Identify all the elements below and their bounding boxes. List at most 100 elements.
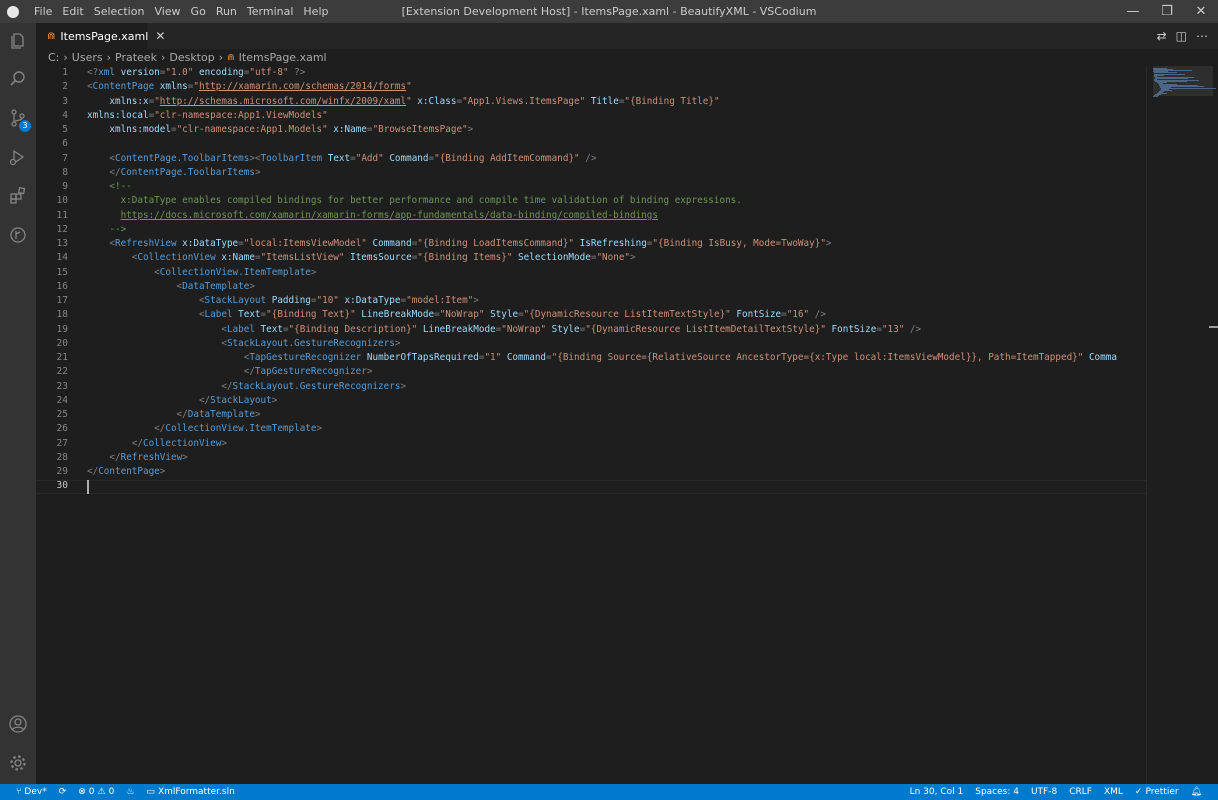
minimap[interactable] [1146,66,1218,784]
code-token: ContentPage [92,81,160,93]
formatter-indicator[interactable]: ✓ Prettier [1129,787,1185,797]
code-line[interactable]: <CollectionView.ItemTemplate> [87,266,1146,280]
line-number: 12 [56,223,68,235]
code-token: "10" [316,295,339,306]
explorer-button[interactable] [0,23,36,59]
code-line[interactable]: https://docs.microsoft.com/xamarin/xamar… [87,209,1146,223]
code-token: < [87,238,115,249]
branch-indicator[interactable]: ⑂ Dev* [10,787,53,797]
code-token: Text [238,309,261,321]
menu-file[interactable]: File [29,0,57,23]
menu-terminal[interactable]: Terminal [242,0,299,23]
code-line[interactable]: </RefreshView> [87,451,1146,465]
extensions-button[interactable] [0,178,36,214]
flame-button[interactable]: ♨ [120,787,140,797]
menu-view[interactable]: View [149,0,185,23]
code-line[interactable]: <ContentPage.ToolbarItems><ToolbarItem T… [87,152,1146,166]
line-number: 29 [56,466,68,477]
menu-go[interactable]: Go [186,0,211,23]
code-token: x:Name [221,252,255,264]
code-line[interactable] [87,137,1146,151]
code-line[interactable]: xmlns:x="http://schemas.microsoft.com/wi… [87,95,1146,109]
code-token: < [87,152,115,164]
language-mode[interactable]: XML [1098,787,1129,797]
code-line[interactable]: <StackLayout.GestureRecognizers> [87,337,1146,351]
code-content[interactable]: <?xml version="1.0" encoding="utf-8" ?> <… [87,66,1146,494]
text-cursor [87,479,89,494]
menu-edit[interactable]: Edit [57,0,88,23]
code-line[interactable]: </ContentPage> [87,465,1146,479]
code-token: > [473,295,479,306]
code-line[interactable]: <Label Text="{Binding Text}" LineBreakMo… [87,308,1146,322]
code-line[interactable]: </TapGestureRecognizer> [87,365,1146,379]
code-token: </ [87,394,211,406]
breadcrumb-file[interactable]: ItemsPage.xaml [239,51,327,64]
accounts-button[interactable] [0,706,36,742]
code-token: x:Class [411,95,457,107]
source-control-button[interactable]: 3 [0,100,36,136]
code-line[interactable]: </DataTemplate> [87,408,1146,422]
notifications-button[interactable]: 🔔︎ [1185,787,1208,797]
code-line[interactable]: --> [87,223,1146,237]
code-token: > [316,423,323,435]
code-line[interactable]: <RefreshView x:DataType="local:ItemsView… [87,237,1146,251]
minimize-button[interactable]: — [1116,0,1150,23]
search-button[interactable] [0,61,36,97]
cursor-position[interactable]: Ln 30, Col 1 [904,787,970,797]
more-actions-icon[interactable]: ⋯ [1196,29,1208,43]
code-line[interactable]: </StackLayout.GestureRecognizers> [87,380,1146,394]
code-line[interactable]: <CollectionView x:Name="ItemsListView" I… [87,251,1146,265]
close-window-button[interactable]: ✕ [1184,0,1218,23]
chevron-right-icon: › [218,51,224,64]
run-debug-button[interactable] [0,139,36,175]
tab-close-icon[interactable]: ✕ [155,29,165,43]
code-token: </ [87,409,188,420]
code-editor[interactable]: 1 2 3 4 5 6 7 8 9 10 11 12 13 14 15 16 17 18 19 20 21 22 23 24 2… [36,66,1146,784]
code-line[interactable]: <?xml version="1.0" encoding="utf-8" ?> [87,66,1146,80]
code-line[interactable]: </CollectionView.ItemTemplate> [87,422,1146,436]
menu-help[interactable]: Help [298,0,333,23]
line-number: 6 [62,138,68,150]
code-line[interactable]: </ContentPage.ToolbarItems> [87,166,1146,180]
code-token: Command [383,152,429,164]
explorer-icon [11,33,24,49]
open-changes-icon[interactable]: ⇄ [1157,29,1167,43]
menu-selection[interactable]: Selection [89,0,150,23]
breadcrumb-drive[interactable]: C: [48,51,59,64]
code-token: Command [366,238,412,249]
code-line[interactable]: <DataTemplate> [87,280,1146,294]
menu-run[interactable]: Run [211,0,242,23]
sync-button[interactable]: ⟳ [53,787,73,797]
indentation[interactable]: Spaces: 4 [969,787,1025,797]
code-line[interactable]: <!-- [87,180,1146,194]
line-number: 16 [56,280,68,292]
code-line[interactable]: <TapGestureRecognizer NumberOfTapsRequir… [87,351,1146,365]
code-token: </ [87,166,121,178]
code-line[interactable]: x:DataType enables compiled bindings for… [87,194,1146,208]
code-line[interactable]: <ContentPage xmlns="http://xamarin.com/s… [87,80,1146,94]
restore-button[interactable]: ❐ [1150,0,1184,23]
problems-indicator[interactable]: ⊗ 0 ⚠ 0 [72,787,120,797]
line-number: 18 [56,309,68,321]
manage-button[interactable] [0,745,36,781]
code-token: < [87,266,160,278]
code-token: ToolbarItem [260,152,328,164]
end-of-line[interactable]: CRLF [1063,787,1098,797]
breadcrumb-desktop[interactable]: Desktop [169,51,214,64]
encoding[interactable]: UTF-8 [1025,787,1063,797]
remote-button[interactable] [0,217,36,253]
code-line[interactable]: </StackLayout> [87,394,1146,408]
code-line[interactable]: xmlns:model="clr-namespace:App1.Models" … [87,123,1146,137]
code-line[interactable]: <Label Text="{Binding Description}" Line… [87,323,1146,337]
code-line[interactable]: </CollectionView> [87,437,1146,451]
code-line[interactable]: xmlns:local="clr-namespace:App1.ViewMode… [87,109,1146,123]
tab-itemspage[interactable]: ⋒ ItemsPage.xaml ✕ [36,23,165,49]
split-editor-icon[interactable]: ◫ [1176,29,1187,43]
breadcrumb-prateek[interactable]: Prateek [115,51,157,64]
solution-indicator[interactable]: ▭ XmlFormatter.sln [140,787,240,797]
code-token: > [825,238,832,249]
line-number: 30 [56,480,68,492]
code-line[interactable]: <StackLayout Padding="10" x:DataType="mo… [87,294,1146,308]
code-line[interactable] [87,479,1146,493]
breadcrumb-users[interactable]: Users [72,51,103,64]
